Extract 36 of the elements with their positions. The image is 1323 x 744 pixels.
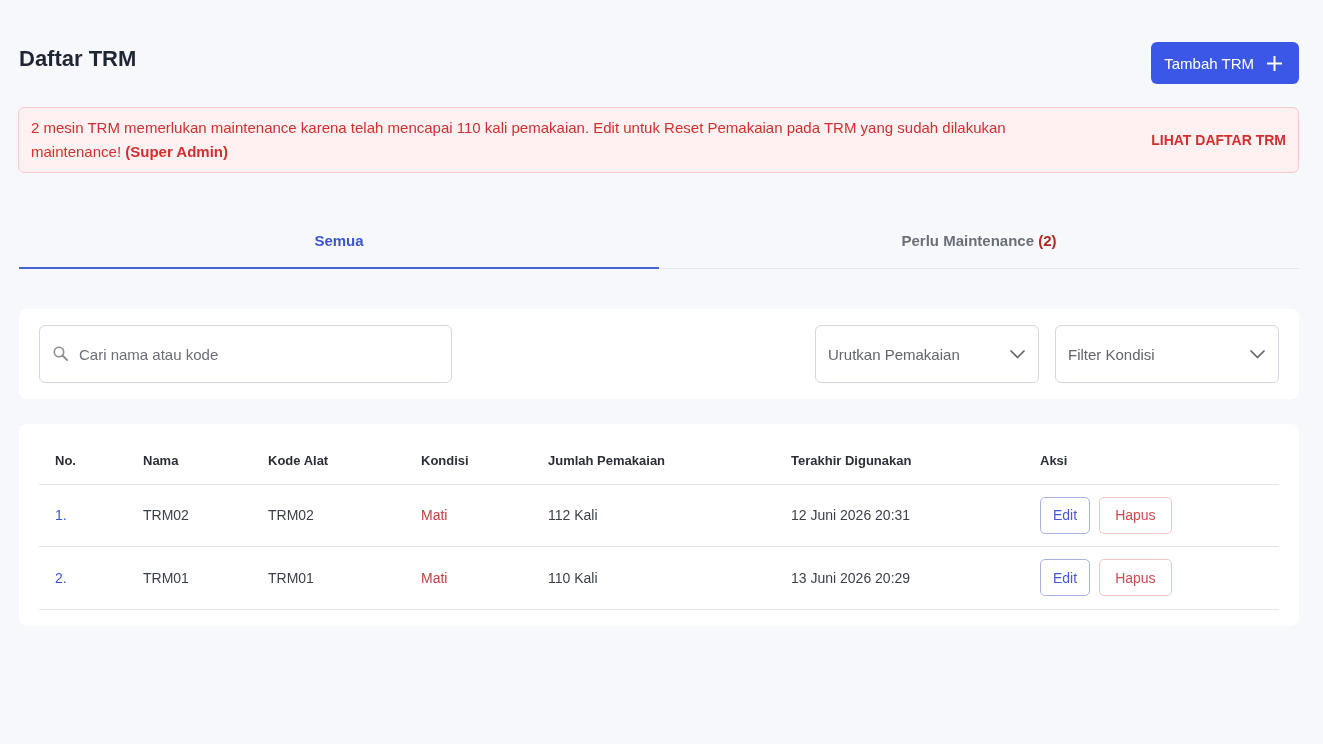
table-cell: 12 Juni 2026 20:31: [775, 484, 1024, 547]
tab[interactable]: Perlu Maintenance (2): [659, 213, 1299, 269]
alert-link[interactable]: LIHAT DAFTAR TRM: [1151, 132, 1286, 148]
column-header: Nama: [127, 438, 252, 484]
column-header: Jumlah Pemakaian: [532, 438, 775, 484]
search-field[interactable]: Cari nama atau kode: [39, 325, 452, 383]
add-button[interactable]: Tambah TRM: [1151, 42, 1299, 84]
table-cell: TRM02: [127, 484, 252, 547]
select-dropdown[interactable]: Urutkan Pemakaian: [815, 325, 1039, 383]
delete-button[interactable]: Hapus: [1099, 559, 1172, 597]
column-header: No.: [39, 438, 127, 484]
table-cell: 110 Kali: [532, 546, 775, 609]
status-cell: Mati: [405, 546, 532, 609]
table-cell: TRM02: [252, 484, 405, 547]
column-header: Kode Alat: [252, 438, 405, 484]
edit-button[interactable]: Edit: [1040, 496, 1091, 534]
table-cell: 13 Juni 2026 20:29: [775, 546, 1024, 609]
chevron-down-icon: [1010, 349, 1025, 359]
delete-button[interactable]: Hapus: [1099, 496, 1172, 534]
select-dropdown[interactable]: Filter Kondisi: [1055, 325, 1279, 383]
row-number: 2.: [39, 546, 127, 609]
alert-message: 2 mesin TRM memerlukan maintenance karena telah mencapai 110 kali pemakaian. Edit untuk Reset Pemakaian pada TRM yang sudah dilakukan maintenance! (Super Admin): [31, 118, 1007, 162]
page-title: Daftar TRM: [19, 46, 137, 72]
chevron-down-icon: [1250, 349, 1265, 359]
plus-icon: [1267, 55, 1282, 71]
column-header: Aksi: [1024, 438, 1279, 484]
table-cell: TRM01: [252, 546, 405, 609]
edit-button[interactable]: Edit: [1040, 559, 1091, 597]
column-header: Terakhir Digunakan: [775, 438, 1024, 484]
column-header: Kondisi: [405, 438, 532, 484]
row-number: 1.: [39, 484, 127, 547]
table-cell: TRM01: [127, 546, 252, 609]
status-cell: Mati: [405, 484, 532, 547]
tab[interactable]: Semua: [19, 213, 659, 269]
table-cell: 112 Kali: [532, 484, 775, 547]
search-icon: [53, 346, 68, 361]
